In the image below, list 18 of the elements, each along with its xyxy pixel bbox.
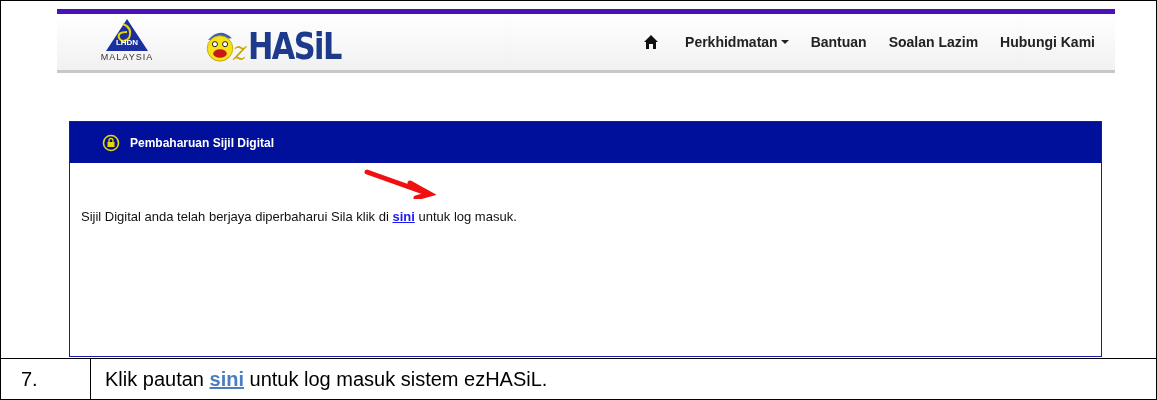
nav-link[interactable]: Soalan Lazim [888, 34, 979, 50]
arrow-annotation [364, 169, 436, 199]
message-text: Sijil Digital anda telah berjaya diperbaharui Sila klik di sini untuk log masuk. [81, 209, 518, 224]
panel-title: Pembaharuan Sijil Digital [130, 135, 275, 150]
triangle-emblem-icon [105, 18, 149, 52]
step-number: 7. [21, 367, 38, 391]
logo-text: HASiL [247, 26, 341, 66]
logo-text: MALAYSIA [100, 52, 154, 62]
dropdown-menu[interactable]: Perkhidmatan [685, 34, 789, 50]
home-icon[interactable] [643, 34, 660, 50]
nav-link[interactable]: Hubungi Kami [1000, 34, 1095, 50]
step-instruction: Klik pautan sini untuk log masuk sistem ezHASiL. [105, 367, 548, 391]
logo-text: z [233, 36, 247, 66]
logo-text: LHDN [115, 38, 139, 47]
link[interactable]: sini [392, 209, 415, 224]
lock-icon [102, 133, 120, 152]
link[interactable]: sini [209, 367, 244, 390]
nav-link[interactable]: Bantuan [810, 34, 867, 50]
